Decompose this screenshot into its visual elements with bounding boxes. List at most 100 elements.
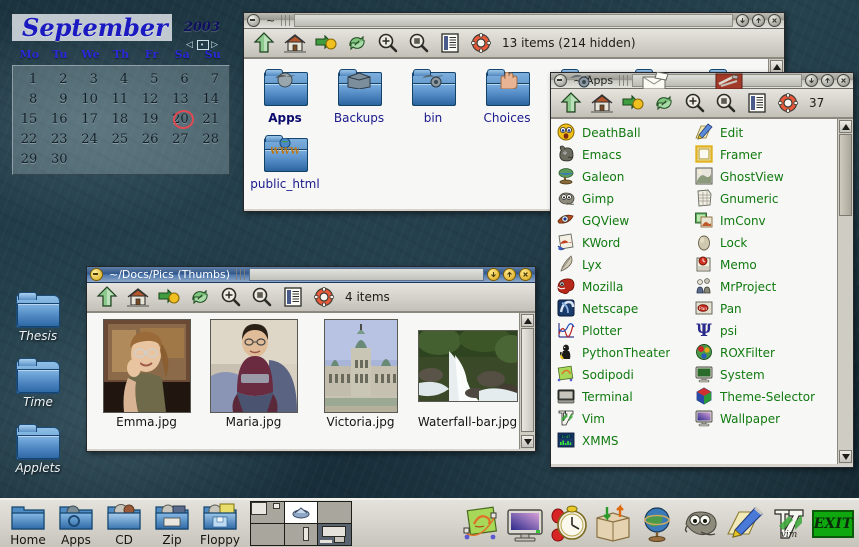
file-item[interactable]: Choices <box>470 68 544 125</box>
details-icon[interactable] <box>741 91 772 116</box>
file-item[interactable]: Backups <box>322 68 396 125</box>
pager-cell[interactable] <box>285 502 318 523</box>
calendar-day[interactable]: 24 <box>76 130 106 150</box>
calendar-day[interactable]: 28 <box>197 130 227 150</box>
list-item[interactable]: ImConv <box>691 210 829 232</box>
list-item[interactable]: 1:47XMMS <box>553 430 691 452</box>
calendar-day[interactable]: 26 <box>136 130 166 150</box>
panel-button-zip[interactable]: Zip <box>148 501 196 547</box>
list-item[interactable]: Sodipodi <box>553 364 691 386</box>
panel-button-cd[interactable]: CD <box>100 501 148 547</box>
refresh-icon[interactable] <box>184 285 215 310</box>
list-item[interactable]: GQView <box>553 210 691 232</box>
help-icon[interactable] <box>308 285 339 310</box>
zoom-in-icon[interactable] <box>215 285 246 310</box>
minimize-icon[interactable] <box>487 268 500 281</box>
maximize-icon[interactable] <box>821 74 834 87</box>
thumbnail-item[interactable]: Emma.jpg <box>93 319 200 429</box>
app-list[interactable]: DeathBallEditEmacsFramerGaleonGhostViewG… <box>551 119 853 464</box>
calendar-day[interactable]: 16 <box>45 110 75 130</box>
pager-cell[interactable] <box>251 524 284 545</box>
calendar-today-button[interactable]: • <box>197 40 209 50</box>
maximize-icon[interactable] <box>503 268 516 281</box>
list-item[interactable]: PythonTheater <box>553 342 691 364</box>
list-item[interactable]: Lock <box>691 232 829 254</box>
thumbnail-grid[interactable]: Emma.jpgMaria.jpgVictoria.jpgWaterfall-b… <box>87 313 535 429</box>
home-icon[interactable] <box>586 91 617 116</box>
list-item[interactable]: Theme-Selector <box>691 386 829 408</box>
list-item[interactable]: Ψpsi <box>691 320 829 342</box>
calendar-nav[interactable]: ◁•▷ <box>186 40 220 50</box>
calendar-day[interactable]: 18 <box>106 110 136 130</box>
calendar-day[interactable]: 11 <box>106 90 136 110</box>
titlebar-home[interactable]: ~ <box>244 13 784 29</box>
calendar-day[interactable]: 29 <box>15 150 45 170</box>
pane-apps[interactable]: DeathBallEditEmacsFramerGaleonGhostViewG… <box>551 118 853 464</box>
desktop-icon-time[interactable]: Time <box>6 358 70 409</box>
launcher-alarm-clock[interactable] <box>547 502 591 546</box>
calendar-day[interactable]: 22 <box>15 130 45 150</box>
bookmarks-icon[interactable] <box>310 31 341 56</box>
pager-cell[interactable] <box>251 502 284 523</box>
bookmarks-icon[interactable] <box>617 91 648 116</box>
calendar-day[interactable]: 20 <box>166 110 196 130</box>
titlebar-thumbs[interactable]: ~/Docs/Pics (Thumbs) <box>87 267 535 283</box>
launcher-gimp[interactable] <box>679 502 723 546</box>
calendar-day[interactable]: 4 <box>106 70 136 90</box>
titlebar-apps[interactable]: ~/Apps <box>551 73 853 89</box>
calendar-day[interactable]: 8 <box>15 90 45 110</box>
thumbnail-item[interactable]: Victoria.jpg <box>307 319 414 429</box>
pane-thumbs[interactable]: Emma.jpgMaria.jpgVictoria.jpgWaterfall-b… <box>87 312 535 449</box>
launcher-exit[interactable]: EXIT <box>811 502 855 546</box>
window-controls[interactable] <box>736 14 781 27</box>
calendar-day[interactable]: 13 <box>166 90 196 110</box>
window-menu-icon[interactable] <box>247 14 260 27</box>
launcher-globe[interactable] <box>635 502 679 546</box>
home-icon[interactable] <box>279 31 310 56</box>
zoom-fit-icon[interactable] <box>710 91 741 116</box>
list-item[interactable]: Netscape <box>553 298 691 320</box>
desktop-pager[interactable] <box>250 501 352 546</box>
calendar-day[interactable]: 9 <box>45 90 75 110</box>
window-thumbs[interactable]: ~/Docs/Pics (Thumbs) <box>86 266 536 452</box>
panel-button-home[interactable]: Home <box>4 501 52 547</box>
calendar-prev-button[interactable]: ◁ <box>186 40 195 50</box>
launcher-sodipodi[interactable] <box>459 502 503 546</box>
minimize-icon[interactable] <box>736 14 749 27</box>
list-item[interactable]: Framer <box>691 144 829 166</box>
window-menu-icon[interactable] <box>90 268 103 281</box>
help-icon[interactable] <box>772 91 803 116</box>
calendar-day[interactable]: 25 <box>106 130 136 150</box>
list-item[interactable]: PanPan <box>691 298 829 320</box>
close-icon[interactable] <box>837 74 850 87</box>
scroll-down-button[interactable] <box>839 450 852 463</box>
zoom-in-icon[interactable] <box>679 91 710 116</box>
minimize-icon[interactable] <box>805 74 818 87</box>
list-item[interactable]: Mozilla <box>553 276 691 298</box>
file-item[interactable]: bin <box>396 68 470 125</box>
scroll-thumb[interactable] <box>521 328 534 432</box>
window-menu-icon[interactable] <box>554 74 567 87</box>
list-item[interactable]: GhostView <box>691 166 829 188</box>
maximize-icon[interactable] <box>752 14 765 27</box>
calendar-grid[interactable]: 1234567891011121314151617181920212223242… <box>12 65 230 175</box>
list-item[interactable]: Galeon <box>553 166 691 188</box>
list-item[interactable]: KWord <box>553 232 691 254</box>
window-controls[interactable] <box>805 74 850 87</box>
scroll-thumb[interactable] <box>839 134 852 216</box>
refresh-icon[interactable] <box>648 91 679 116</box>
window-apps[interactable]: ~/Apps 37 <box>550 72 854 468</box>
calendar-day[interactable]: 1 <box>15 70 45 90</box>
calendar-day[interactable]: 2 <box>45 70 75 90</box>
up-icon[interactable] <box>555 91 586 116</box>
list-item[interactable]: DeathBall <box>553 122 691 144</box>
file-item[interactable]: WWWpublic_html <box>248 134 322 191</box>
calendar-day[interactable]: 21 <box>197 110 227 130</box>
launcher-archive-box[interactable] <box>591 502 635 546</box>
calendar-day[interactable]: 27 <box>166 130 196 150</box>
calendar-day[interactable]: 5 <box>136 70 166 90</box>
pager-cell[interactable] <box>318 502 351 523</box>
scroll-up-button[interactable] <box>839 120 852 133</box>
calendar-day[interactable]: 12 <box>136 90 166 110</box>
toolbar-home[interactable]: 13 items (214 hidden) <box>244 29 784 58</box>
